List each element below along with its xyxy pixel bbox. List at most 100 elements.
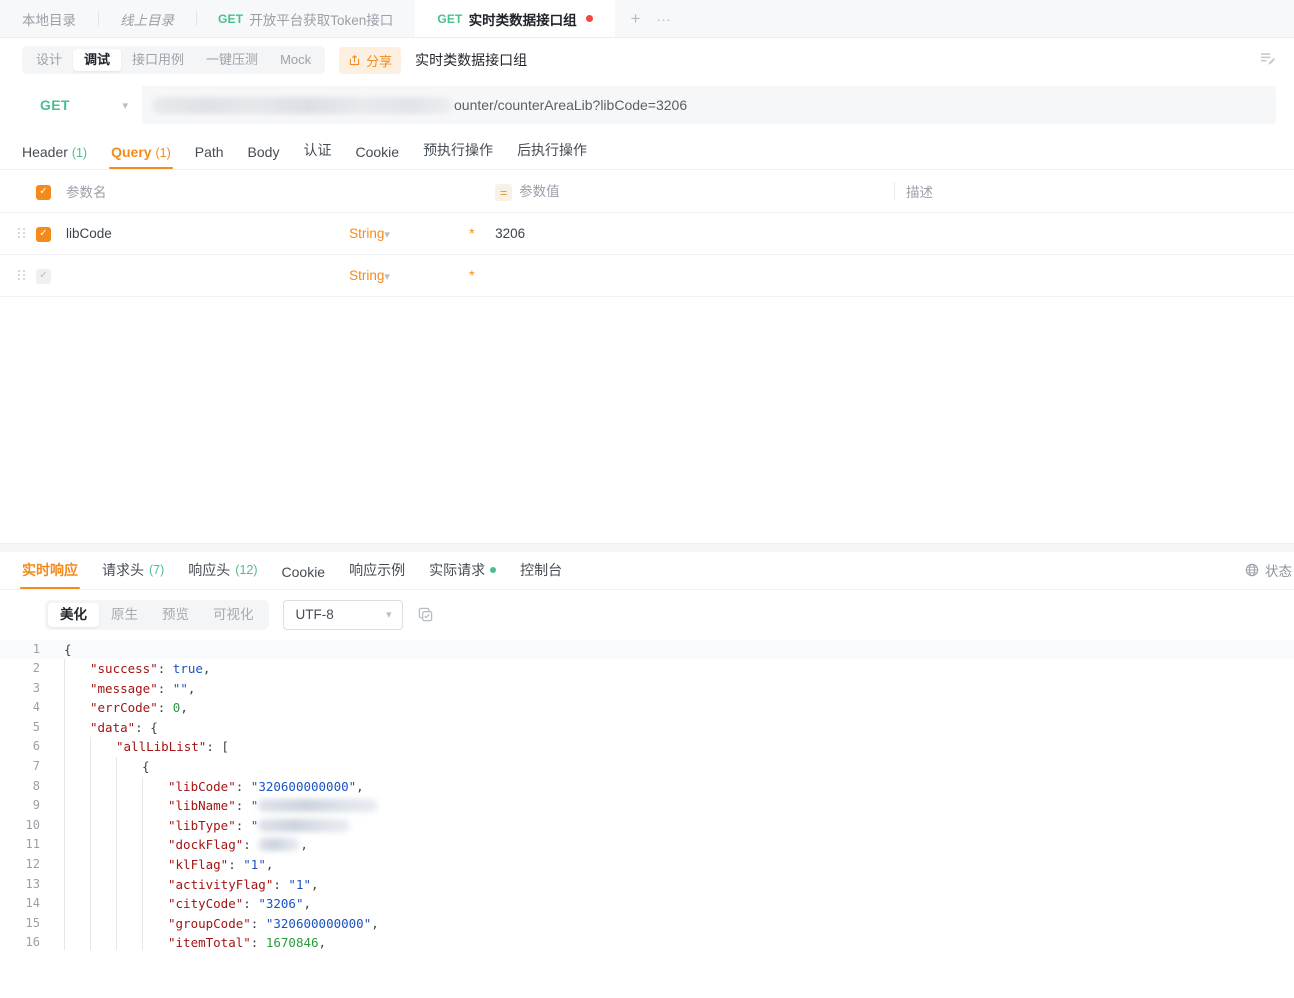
code-token-p: , — [303, 896, 312, 912]
code-line-text: "data": { — [56, 717, 158, 738]
select-all-checkbox[interactable]: ✓ — [36, 184, 51, 200]
share-button[interactable]: 分享 — [339, 46, 402, 74]
http-method-select[interactable]: GET ▾ — [22, 86, 142, 124]
indent-guide — [90, 933, 91, 950]
row-drag-handle[interactable] — [0, 254, 36, 296]
add-tab-button[interactable]: + — [631, 10, 641, 27]
response-tab-label: Cookie — [281, 563, 326, 580]
response-body-viewer[interactable]: 1{2 "success": true, 3 "message": "", 4 "errC… — [0, 639, 1294, 950]
param-desc-input[interactable] — [894, 254, 1294, 296]
code-token-p: { — [64, 641, 72, 657]
param-tab-label: Cookie — [355, 144, 400, 160]
param-desc-input[interactable] — [894, 212, 1294, 254]
param-tab-6[interactable]: 预执行操作 — [423, 140, 493, 169]
encoding-select[interactable]: UTF-8 ▾ — [282, 599, 403, 630]
param-type-select[interactable]: String▾ — [349, 212, 469, 254]
param-required-toggle[interactable]: * — [469, 225, 474, 241]
workspace-tab-3[interactable]: GET 实时类数据接口组 — [415, 0, 615, 37]
line-number: 16 — [25, 935, 40, 950]
code-token-s: "320600000000" — [250, 778, 357, 794]
bulk-edit-icon[interactable]: = — [495, 184, 513, 202]
param-tab-label: 预执行操作 — [423, 142, 494, 158]
response-tab-2[interactable]: 响应头 (12) — [188, 560, 257, 589]
code-token-s: " — [250, 798, 259, 814]
mode-segment-1[interactable]: 调试 — [73, 49, 122, 71]
response-status-area[interactable]: 状态 — [1245, 560, 1294, 580]
format-segment-3[interactable]: 可视化 — [201, 603, 266, 627]
mode-segment-2[interactable]: 接口用例 — [121, 49, 195, 71]
code-token-k: "success" — [90, 661, 158, 677]
indent-guide — [90, 855, 91, 875]
response-tab-1[interactable]: 请求头 (7) — [102, 560, 164, 589]
response-tab-5[interactable]: 实际请求 — [429, 560, 497, 589]
param-tab-0[interactable]: Header (1) — [22, 144, 87, 169]
code-token-k: "libCode" — [168, 778, 236, 794]
param-required-toggle[interactable]: * — [469, 267, 474, 283]
workspace-tab-0[interactable]: 本地目录 — [0, 0, 98, 37]
format-segment-1[interactable]: 原生 — [99, 603, 150, 627]
workspace-tab-1[interactable]: 线上目录 — [98, 0, 196, 37]
row-drag-handle[interactable] — [0, 212, 36, 254]
line-number: 10 — [25, 817, 40, 832]
param-tab-5[interactable]: Cookie — [355, 144, 399, 169]
param-empty-space — [0, 296, 1294, 543]
response-tab-3[interactable]: Cookie — [282, 564, 326, 589]
line-number: 12 — [25, 857, 40, 872]
chevron-down-icon: ▾ — [122, 99, 128, 112]
row-enabled-checkbox[interactable]: ✓ — [36, 226, 51, 242]
code-token-p: , — [265, 857, 274, 873]
line-number: 2 — [32, 661, 40, 676]
response-tab-label: 实际请求 — [429, 561, 486, 578]
code-token-p: : — [235, 778, 251, 794]
mode-segment-3[interactable]: 一键压测 — [195, 49, 269, 71]
param-tab-label: Path — [194, 144, 224, 160]
response-tab-0[interactable]: 实时响应 — [20, 560, 80, 589]
indent-guide — [116, 913, 117, 934]
indent-guide — [64, 776, 65, 797]
param-tab-4[interactable]: 认证 — [303, 140, 331, 169]
param-tab-2[interactable]: Path — [195, 144, 224, 169]
indent-guide — [64, 913, 65, 934]
splitter-handle[interactable] — [0, 543, 1294, 552]
indent-guide — [64, 659, 65, 679]
share-button-label: 分享 — [366, 53, 393, 69]
response-tab-6[interactable]: 控制台 — [520, 560, 562, 589]
url-input[interactable]: ounter/counterAreaLib?libCode=3206 — [142, 86, 1276, 124]
indent-guide — [142, 776, 143, 797]
param-value-input[interactable]: 3206 — [495, 212, 894, 254]
code-token-p: : — [243, 896, 259, 912]
indent-guide — [142, 933, 143, 950]
param-name-input[interactable]: libCode — [66, 226, 112, 241]
indent-guide — [142, 835, 143, 856]
response-tab-4[interactable]: 响应示例 — [349, 560, 405, 589]
copy-response-button[interactable] — [417, 606, 434, 623]
mode-segment-0[interactable]: 设计 — [25, 49, 73, 71]
param-type-select[interactable]: String▾ — [349, 254, 469, 296]
format-segment-2[interactable]: 预览 — [150, 603, 201, 627]
param-tab-7[interactable]: 后执行操作 — [517, 140, 587, 169]
drag-dots-icon — [18, 270, 26, 280]
redacted-value-block — [258, 838, 301, 852]
row-checkbox-cell: ✓ — [36, 254, 66, 296]
code-token-k: "dockFlag" — [168, 837, 244, 853]
param-tab-3[interactable]: Body — [248, 144, 280, 169]
tab-label: 本地目录 — [22, 12, 76, 28]
tab-more-button[interactable]: ··· — [657, 12, 671, 26]
request-param-tabs: Header (1) Query (1) Path Body 认证 Cookie 预执行操作… — [0, 134, 1294, 170]
indent-guide — [142, 894, 143, 914]
workspace-tab-2[interactable]: GET 开放平台获取Token接口 — [196, 0, 416, 37]
row-enabled-checkbox[interactable]: ✓ — [36, 268, 51, 284]
code-token-k: "data" — [90, 719, 136, 735]
code-line-text: "libType": " — [56, 815, 351, 836]
code-token-s: "1" — [243, 857, 266, 873]
mode-segment-4[interactable]: Mock — [269, 49, 322, 71]
code-line-text: { — [56, 757, 150, 777]
format-segment-0[interactable]: 美化 — [48, 602, 99, 627]
tab-label: 线上目录 — [120, 12, 174, 28]
indent-guide — [64, 717, 65, 738]
note-edit-icon[interactable] — [1259, 51, 1276, 69]
code-line-text: "klFlag": "1", — [56, 855, 273, 875]
param-value-input[interactable] — [495, 254, 894, 296]
code-line-text: "libName": " — [56, 796, 379, 816]
param-tab-1[interactable]: Query (1) — [109, 144, 173, 169]
